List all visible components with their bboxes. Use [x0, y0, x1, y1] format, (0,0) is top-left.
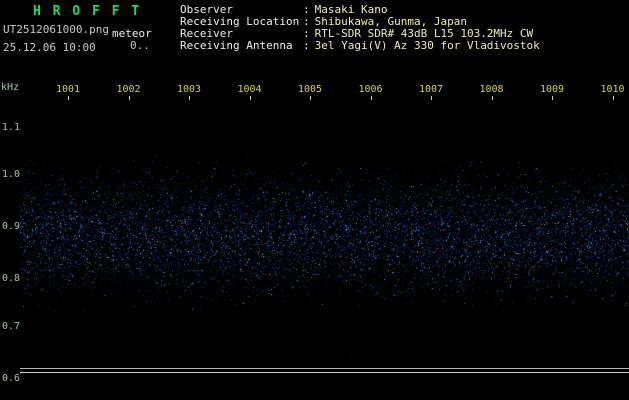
- signal-level-line-lower: [20, 372, 629, 373]
- hrofft-output: H R O F F T UT2512061000.png meteor 25.1…: [0, 0, 629, 400]
- y-tick-label: 1.0: [2, 169, 21, 180]
- x-tick-label: 1004: [237, 84, 262, 95]
- x-tick-label: 1002: [116, 84, 141, 95]
- x-axis: 1001 1002 1003 1004 1005 1006 1007 1008 1009 1010: [0, 0, 629, 105]
- y-tick-label: 0.8: [2, 273, 21, 284]
- y-tick-label: 0.9: [2, 221, 21, 232]
- x-tick-label: 1007: [418, 84, 444, 95]
- y-tick-label: 0.7: [2, 321, 21, 332]
- y-tick-label: 1.1: [2, 122, 21, 133]
- x-tick-label: 1003: [176, 84, 202, 95]
- x-tick-label: 1010: [600, 84, 625, 95]
- x-tick-label: 1005: [297, 84, 323, 95]
- y-tick-label: 0.6: [2, 373, 21, 384]
- spectrogram-canvas: [20, 96, 629, 364]
- x-tick-label: 1006: [358, 84, 383, 95]
- signal-level-line-upper: [20, 368, 629, 369]
- x-tick-label: 1001: [55, 84, 81, 95]
- x-tick-label: 1009: [539, 84, 565, 95]
- x-tick-label: 1008: [479, 84, 504, 95]
